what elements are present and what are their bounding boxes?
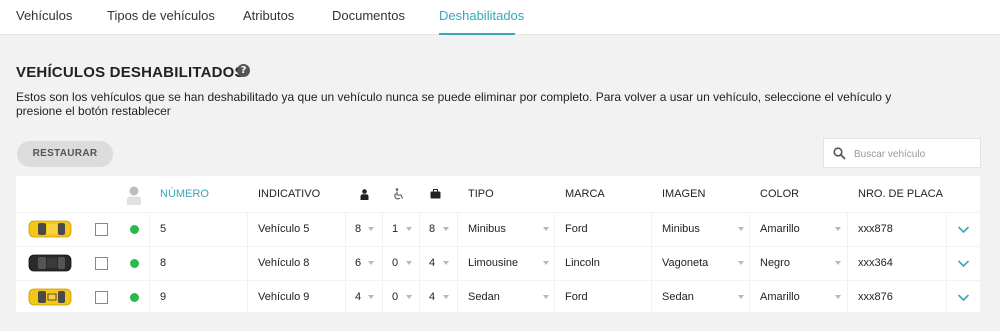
luggage-select[interactable]: 4: [429, 281, 435, 314]
row-checkbox[interactable]: [95, 291, 108, 304]
cell-callsign[interactable]: Vehículo 9: [258, 281, 309, 314]
cell-callsign[interactable]: Vehículo 5: [258, 213, 309, 246]
cell-plate[interactable]: xxx876: [858, 281, 893, 314]
status-dot: [130, 259, 139, 268]
luggage-select[interactable]: 4: [429, 247, 435, 280]
type-select[interactable]: Limousine: [468, 247, 518, 280]
cell-callsign[interactable]: Vehículo 8: [258, 247, 309, 280]
chevron-down-icon: [543, 295, 549, 299]
chevron-down-icon: [543, 227, 549, 231]
user-avatar-icon: [127, 186, 141, 205]
table-row[interactable]: 9 Vehículo 9 4 0 4 Sedan Ford Sedan Amar…: [16, 280, 980, 314]
cell-brand[interactable]: Lincoln: [565, 247, 600, 280]
table-row[interactable]: 8 Vehículo 8 6 0 4 Limousine Lincoln Vag…: [16, 246, 980, 280]
chevron-down-icon: [368, 227, 374, 231]
chevron-down-icon: [443, 295, 449, 299]
header-type: TIPO: [468, 188, 494, 200]
chevron-down-icon: [368, 295, 374, 299]
wheelchair-select[interactable]: 0: [392, 247, 398, 280]
wheelchair-icon: [394, 188, 404, 200]
color-select[interactable]: Negro: [760, 247, 790, 280]
chevron-down-icon: [406, 261, 412, 265]
page-description: Estos son los vehículos que se han desha…: [16, 90, 892, 118]
chevron-down-icon: [835, 261, 841, 265]
cell-brand[interactable]: Ford: [565, 281, 588, 314]
tab-documentos[interactable]: Documentos: [332, 0, 405, 35]
wheelchair-select[interactable]: 1: [392, 213, 398, 246]
cell-plate[interactable]: xxx878: [858, 213, 893, 246]
chevron-down-icon: [738, 295, 744, 299]
seats-select[interactable]: 8: [355, 213, 361, 246]
luggage-select[interactable]: 8: [429, 213, 435, 246]
search-input[interactable]: [854, 145, 974, 163]
header-plate: NRO. DE PLACA: [858, 188, 943, 200]
row-checkbox[interactable]: [95, 223, 108, 236]
chevron-down-icon[interactable]: [957, 293, 970, 302]
header-number[interactable]: NÚMERO: [160, 176, 209, 212]
chevron-down-icon: [406, 295, 412, 299]
cell-brand[interactable]: Ford: [565, 213, 588, 246]
top-nav: Vehículos Tipos de vehículos Atributos D…: [0, 0, 1000, 35]
type-select[interactable]: Minibus: [468, 213, 506, 246]
chevron-down-icon: [368, 261, 374, 265]
seats-select[interactable]: 4: [355, 281, 361, 314]
chevron-down-icon: [443, 261, 449, 265]
chevron-down-icon: [835, 295, 841, 299]
status-dot: [130, 225, 139, 234]
chevron-down-icon: [406, 227, 412, 231]
header-brand: MARCA: [565, 188, 605, 200]
luggage-icon: [430, 189, 441, 199]
chevron-down-icon[interactable]: [957, 225, 970, 234]
chevron-down-icon: [738, 227, 744, 231]
help-icon[interactable]: ?: [237, 64, 250, 77]
seats-select[interactable]: 6: [355, 247, 361, 280]
vehicles-table: NÚMERO INDICATIVO TIPO MARCA IMAGEN COLO…: [16, 176, 980, 314]
wheelchair-select[interactable]: 0: [392, 281, 398, 314]
car-icon: [28, 254, 72, 272]
tab-tipos-de-vehiculos[interactable]: Tipos de vehículos: [107, 0, 215, 35]
chevron-down-icon: [835, 227, 841, 231]
header-color: COLOR: [760, 188, 800, 200]
person-icon: [360, 189, 369, 200]
car-icon: [28, 288, 72, 306]
table-row[interactable]: 5 Vehículo 5 8 1 8 Minibus Ford Minibus …: [16, 212, 980, 246]
restore-button[interactable]: RESTAURAR: [17, 141, 113, 167]
cell-number: 9: [160, 291, 167, 303]
color-select[interactable]: Amarillo: [760, 213, 800, 246]
tab-atributos[interactable]: Atributos: [243, 0, 294, 35]
chevron-down-icon: [738, 261, 744, 265]
color-select[interactable]: Amarillo: [760, 281, 800, 314]
chevron-down-icon: [443, 227, 449, 231]
header-image: IMAGEN: [662, 188, 706, 200]
image-select[interactable]: Minibus: [662, 213, 700, 246]
tab-vehiculos[interactable]: Vehículos: [16, 0, 72, 35]
type-select[interactable]: Sedan: [468, 281, 500, 314]
image-select[interactable]: Sedan: [662, 281, 694, 314]
chevron-down-icon: [543, 261, 549, 265]
cell-number: 5: [160, 223, 167, 235]
image-select[interactable]: Vagoneta: [662, 247, 708, 280]
header-callsign: INDICATIVO: [258, 188, 321, 200]
row-checkbox[interactable]: [95, 257, 108, 270]
tab-deshabilitados[interactable]: Deshabilitados: [439, 0, 524, 35]
cell-number: 8: [160, 257, 167, 269]
car-icon: [28, 220, 72, 238]
status-dot: [130, 293, 139, 302]
search-icon: [833, 147, 846, 160]
search-box: [823, 138, 981, 168]
chevron-down-icon[interactable]: [957, 259, 970, 268]
page-title: VEHÍCULOS DESHABILITADOS: [16, 64, 245, 81]
cell-plate[interactable]: xxx364: [858, 247, 893, 280]
